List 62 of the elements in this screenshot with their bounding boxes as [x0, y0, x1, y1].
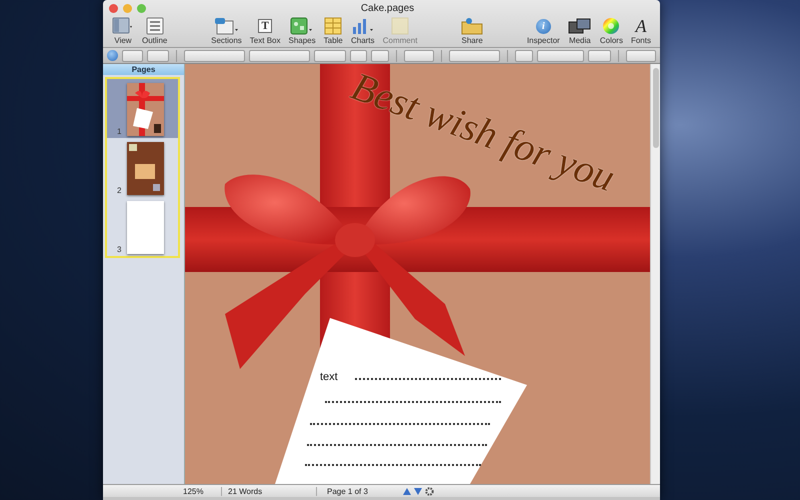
color-wheel-icon: [602, 17, 620, 35]
toolbar-button[interactable]: i Inspector: [524, 17, 563, 45]
format-control[interactable]: [448, 50, 500, 62]
bar-chart-icon: [350, 17, 375, 35]
folder-icon: [461, 17, 484, 35]
page-indicator: Page 1 of 3: [326, 486, 369, 496]
toolbar-button[interactable]: Table: [320, 17, 346, 45]
page-number: 1: [117, 127, 122, 136]
page-thumbnail-row[interactable]: 1: [107, 79, 178, 138]
format-control[interactable]: [626, 50, 656, 62]
format-control[interactable]: [122, 50, 144, 62]
up-arrow-icon[interactable]: [403, 488, 411, 494]
format-control[interactable]: [404, 50, 434, 62]
scrollbar[interactable]: [650, 64, 660, 484]
page-number: 3: [117, 245, 122, 254]
close-button[interactable]: [109, 4, 118, 13]
window-title: Cake.pages: [360, 3, 416, 14]
toolbar-button[interactable]: Media: [564, 17, 595, 45]
gear-icon[interactable]: [425, 486, 434, 496]
page-icon: [213, 17, 240, 35]
toolbar-button[interactable]: Sections: [208, 17, 245, 45]
page-thumbnail: [127, 142, 164, 195]
font-letter-icon: A: [635, 17, 646, 35]
minimize-button[interactable]: [123, 4, 132, 13]
toolbar-button[interactable]: Outline: [139, 17, 170, 45]
format-control[interactable]: [249, 50, 310, 62]
zoom-level: 125%: [179, 486, 222, 496]
note-icon: [391, 17, 410, 35]
sidebar-layout-icon: [112, 17, 134, 35]
format-control[interactable]: [184, 50, 246, 62]
table-icon: [324, 17, 342, 35]
shapes-icon: [290, 17, 314, 35]
format-control[interactable]: [350, 50, 368, 62]
format-control[interactable]: [536, 50, 584, 62]
page-thumbnail: [127, 201, 164, 254]
page-thumbnail-row[interactable]: 3: [107, 197, 178, 256]
toolbar-button[interactable]: View: [109, 17, 137, 45]
toolbar-button[interactable]: A Fonts: [628, 17, 654, 45]
format-control[interactable]: [514, 50, 533, 62]
circle-button[interactable]: [107, 50, 118, 61]
note-text: text: [320, 371, 338, 383]
format-control[interactable]: [371, 50, 390, 62]
page-number: 2: [117, 186, 122, 195]
format-control[interactable]: [314, 50, 346, 62]
info-icon: i: [536, 18, 551, 34]
toolbar-button[interactable]: Charts: [348, 17, 378, 45]
toolbar-button[interactable]: Colors: [596, 17, 626, 45]
media-icon: [568, 17, 592, 35]
toolbar-button[interactable]: T Text Box: [246, 17, 284, 45]
page-thumbnail: [127, 83, 164, 136]
toolbar-button[interactable]: Shapes: [285, 17, 319, 45]
list-icon: [146, 17, 164, 35]
word-count: 21 Words: [222, 486, 317, 496]
toolbar-button[interactable]: Share: [458, 17, 486, 45]
panel-title: Pages: [103, 64, 184, 75]
zoom-button[interactable]: [137, 4, 146, 13]
page-thumbnail-row[interactable]: 2: [107, 138, 178, 197]
greeting-heading: Best wish for you: [346, 66, 620, 198]
format-control[interactable]: [588, 50, 612, 62]
format-control[interactable]: [147, 50, 170, 62]
down-arrow-icon[interactable]: [414, 488, 422, 494]
text-box-icon: T: [258, 19, 272, 33]
